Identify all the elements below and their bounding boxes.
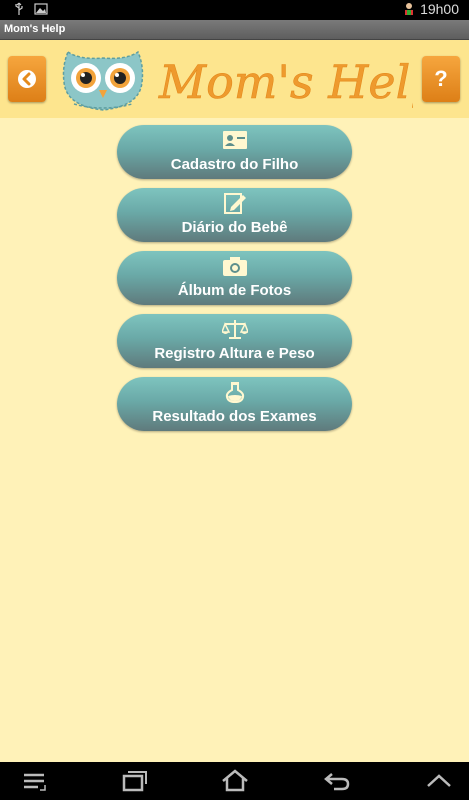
owl-logo-icon: [62, 50, 144, 111]
menu-label: Registro Altura e Peso: [154, 345, 315, 362]
recent-apps-icon[interactable]: [118, 768, 148, 794]
status-right: 19h00: [402, 1, 459, 17]
app-header: Mom's Help ?: [0, 40, 469, 118]
menu-button-album[interactable]: Álbum de Fotos: [117, 251, 352, 305]
status-time: 19h00: [420, 1, 459, 17]
menu-label: Resultado dos Exames: [152, 408, 317, 425]
logo-text: Mom's Help: [158, 55, 413, 109]
back-button[interactable]: [8, 56, 46, 102]
up-icon[interactable]: [424, 768, 454, 794]
menu-button-cadastro[interactable]: Cadastro do Filho: [117, 125, 352, 179]
scale-icon: [221, 320, 248, 339]
help-button[interactable]: ?: [422, 56, 460, 102]
status-left: [12, 2, 48, 16]
menu-label: Diário do Bebê: [181, 219, 288, 236]
home-icon[interactable]: [220, 768, 250, 794]
menu-icon[interactable]: [20, 768, 50, 794]
usb-icon: [15, 2, 23, 15]
app-title: Mom's Help: [4, 23, 66, 35]
arrow-left-icon: [18, 70, 36, 88]
edit-icon: [223, 193, 246, 214]
menu-button-registro[interactable]: Registro Altura e Peso: [117, 314, 352, 368]
camera-icon: [222, 257, 247, 276]
title-bar: Mom's Help: [0, 20, 469, 40]
menu-button-diario[interactable]: Diário do Bebê: [117, 188, 352, 242]
image-icon: [34, 3, 48, 15]
system-nav-bar: [0, 762, 469, 800]
menu-label: Álbum de Fotos: [177, 282, 292, 299]
menu-button-exames[interactable]: Resultado dos Exames: [117, 377, 352, 431]
id-card-icon: [222, 131, 247, 149]
help-button-label: ?: [434, 66, 448, 91]
menu-label: Cadastro do Filho: [170, 156, 299, 173]
alert-person-icon: [405, 3, 414, 15]
logo-wordmark: Mom's Help: [158, 55, 413, 110]
back-icon[interactable]: [322, 768, 352, 794]
flask-icon: [225, 382, 244, 403]
status-bar: 19h00: [0, 0, 469, 20]
main-menu: Cadastro do Filho Diário do Bebê Álbum d…: [117, 125, 352, 440]
